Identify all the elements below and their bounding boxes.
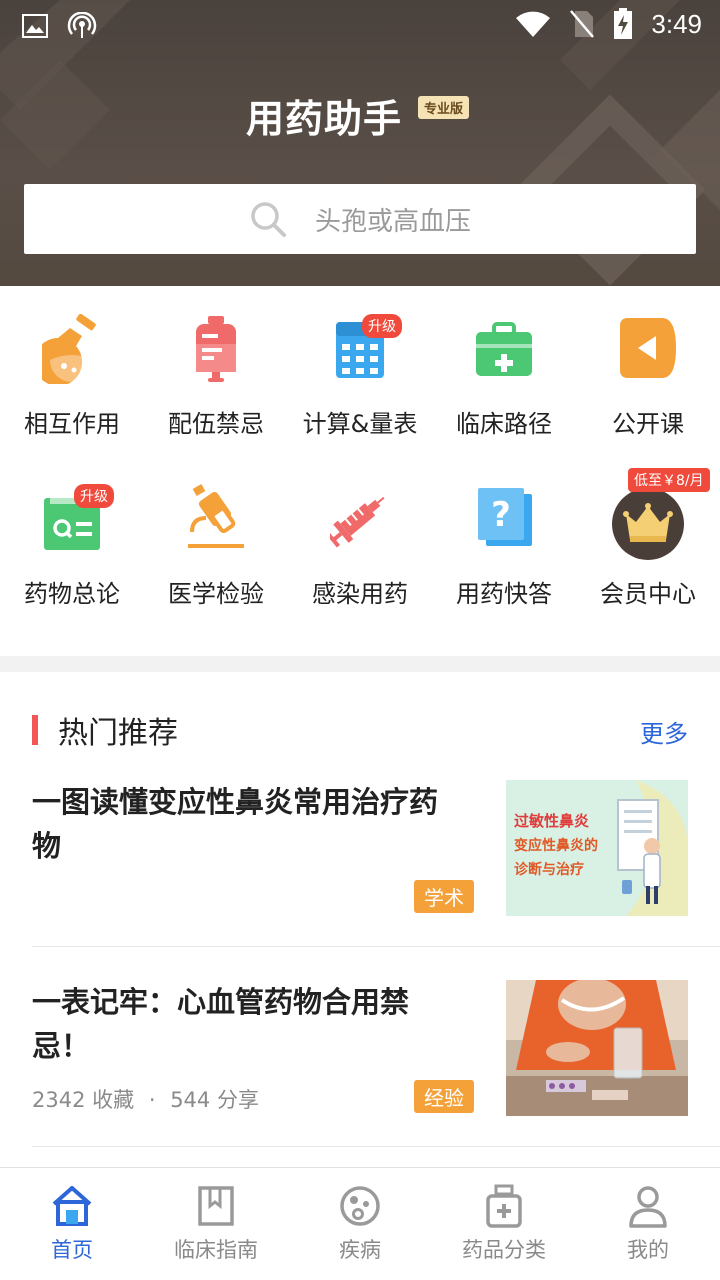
bottom-navigation: 首页 临床指南 疾病 药品分类 我的 — [0, 1167, 720, 1280]
nav-label: 我的 — [627, 1238, 669, 1262]
medical-kit-icon — [476, 322, 532, 376]
grid-item-label: 用药快答 — [456, 580, 552, 608]
search-icon — [251, 202, 286, 237]
grid-row-1: 相互作用 配伍禁忌 升级 计算&量表 临床路径 公开课 — [0, 300, 720, 450]
article-separator — [32, 946, 720, 947]
article-title: 一图读懂变应性鼻炎常用治疗药物 — [32, 785, 439, 863]
edition-badge: 专业版 — [418, 96, 470, 119]
grid-item-calculator[interactable]: 升级 计算&量表 — [288, 300, 432, 450]
grid-item-label: 公开课 — [612, 410, 684, 438]
article-category-badge: 学术 — [414, 880, 474, 913]
more-link[interactable]: 更多 — [640, 714, 688, 749]
upgrade-tag: 升级 — [74, 484, 114, 508]
flask-icon — [42, 314, 96, 384]
image-notification-icon — [22, 14, 48, 38]
battery-charging-icon — [614, 8, 633, 39]
grid-item-anti-infection[interactable]: 感染用药 — [288, 470, 432, 620]
article-card[interactable]: 一表记牢：心血管药物合用禁忌！ 2342 收藏 · 544 分享 经验 — [32, 980, 720, 1150]
article-thumbnail-medication — [506, 980, 688, 1116]
grid-item-label: 感染用药 — [312, 580, 408, 608]
shares-count: 544 分享 — [170, 1088, 259, 1112]
grid-item-member-center[interactable]: 低至￥8/月 会员中心 — [576, 468, 720, 620]
nav-drug-categories[interactable]: 药品分类 — [432, 1168, 576, 1280]
meta-separator: · — [148, 1088, 156, 1112]
nav-home[interactable]: 首页 — [0, 1168, 144, 1280]
status-time: 3:49 — [651, 8, 702, 39]
grid-item-incompatibility[interactable]: 配伍禁忌 — [144, 300, 288, 450]
home-icon — [52, 1186, 92, 1226]
hotspot-icon — [67, 12, 97, 38]
grid-item-label: 会员中心 — [600, 580, 696, 608]
thumb-text-line-2: 变应性鼻炎的 — [514, 837, 598, 854]
nav-clinical-guide[interactable]: 临床指南 — [144, 1168, 288, 1280]
grid-item-clinical-pathway[interactable]: 临床路径 — [432, 300, 576, 450]
grid-item-lab-test[interactable]: 医学检验 — [144, 470, 288, 620]
play-icon — [620, 318, 676, 378]
grid-item-label: 医学检验 — [168, 580, 264, 608]
microscope-icon — [188, 484, 244, 548]
iv-bag-icon — [196, 316, 236, 382]
bookmark-book-icon — [198, 1186, 234, 1226]
nav-label: 临床指南 — [174, 1238, 258, 1262]
grid-item-interactions[interactable]: 相互作用 — [0, 300, 144, 450]
article-card[interactable]: 一图读懂变应性鼻炎常用治疗药物 过敏性鼻炎 变应性鼻炎的 诊断与治疗 学术 — [32, 780, 720, 950]
grid-item-drug-overview[interactable]: 升级 药物总论 — [0, 470, 144, 620]
grid-item-quick-answers[interactable]: ? 用药快答 — [432, 470, 576, 620]
svg-text:?: ? — [491, 495, 511, 535]
header: 3:49 用药助手 专业版 头孢或高血压 — [0, 0, 720, 286]
medicine-bottle-icon — [486, 1184, 522, 1228]
upgrade-tag: 升级 — [362, 314, 402, 338]
article-category-badge: 经验 — [414, 1080, 474, 1113]
section-divider — [0, 656, 720, 672]
grid-item-label: 临床路径 — [456, 410, 552, 438]
grid-item-label: 相互作用 — [24, 410, 120, 438]
wifi-icon — [516, 11, 551, 37]
article-meta: 2342 收藏 · 544 分享 — [32, 1084, 259, 1114]
grid-item-label: 配伍禁忌 — [168, 410, 264, 438]
virus-icon — [340, 1186, 380, 1226]
article-title: 一表记牢：心血管药物合用禁忌！ — [32, 985, 410, 1063]
grid-item-open-course[interactable]: 公开课 — [576, 300, 720, 450]
thumb-text-line-1: 过敏性鼻炎 — [514, 812, 589, 830]
section-title-text: 热门推荐 — [58, 716, 178, 751]
member-price-tag: 低至￥8/月 — [628, 468, 710, 492]
no-sim-icon — [570, 10, 595, 38]
grid-item-label: 药物总论 — [24, 580, 120, 608]
search-placeholder: 头孢或高血压 — [314, 206, 471, 237]
question-icon: ? — [478, 488, 532, 546]
app-title: 用药助手 — [246, 97, 403, 141]
search-bar[interactable]: 头孢或高血压 — [24, 184, 696, 254]
grid-item-label: 计算&量表 — [302, 410, 418, 438]
favorites-count: 2342 收藏 — [32, 1088, 135, 1112]
nav-disease[interactable]: 疾病 — [288, 1168, 432, 1280]
crown-icon — [612, 488, 684, 560]
nav-label: 药品分类 — [462, 1238, 546, 1262]
nav-profile[interactable]: 我的 — [576, 1168, 720, 1280]
user-icon — [629, 1186, 667, 1228]
nav-label: 首页 — [51, 1238, 93, 1262]
status-bar: 3:49 — [0, 0, 720, 50]
nav-label: 疾病 — [339, 1238, 381, 1262]
hot-section-title: 热门推荐 — [32, 708, 178, 752]
grid-row-2: 升级 药物总论 医学检验 感染用药 ? 用药快答 低至￥8/月 会员中心 — [0, 468, 720, 620]
syringe-icon — [330, 496, 385, 548]
thumb-text-line-3: 诊断与治疗 — [514, 861, 584, 878]
article-separator — [32, 1146, 720, 1147]
section-accent-bar — [32, 715, 38, 745]
article-thumbnail-rhinitis: 过敏性鼻炎 变应性鼻炎的 诊断与治疗 — [506, 780, 688, 916]
